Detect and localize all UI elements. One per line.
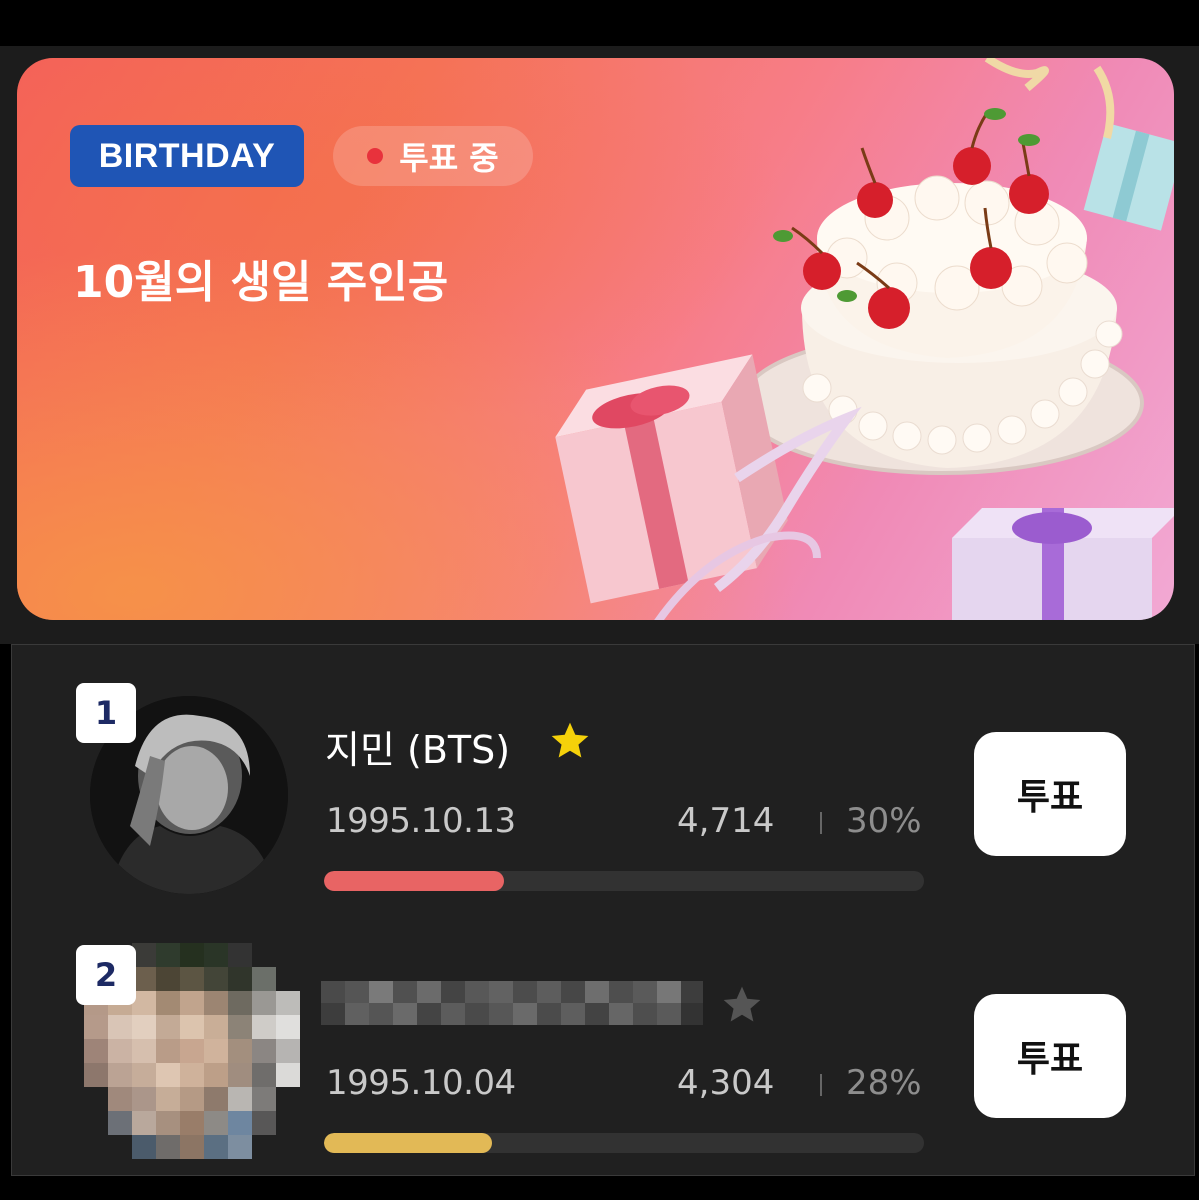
ranking-row: 2 1995.10.04 4,304 28% 투표 bbox=[12, 943, 1196, 1183]
banner-section: BIRTHDAY 투표 중 10월의 생일 주인공 bbox=[0, 46, 1199, 644]
vote-button[interactable]: 투표 bbox=[974, 732, 1126, 856]
vote-percent: 28% bbox=[846, 1063, 922, 1103]
star-icon[interactable] bbox=[720, 983, 764, 1027]
vote-button[interactable]: 투표 bbox=[974, 994, 1126, 1118]
live-dot-icon bbox=[367, 148, 384, 164]
vote-percent: 30% bbox=[846, 801, 922, 841]
vote-progress-bar bbox=[324, 1133, 924, 1153]
birthdate: 1995.10.13 bbox=[326, 801, 516, 841]
cake-gift-illustration bbox=[555, 58, 1174, 620]
divider bbox=[820, 812, 822, 834]
rank-badge: 1 bbox=[76, 683, 136, 743]
candidate-name: 지민 (BTS) bbox=[325, 728, 511, 772]
birthday-banner[interactable]: BIRTHDAY 투표 중 10월의 생일 주인공 bbox=[17, 58, 1174, 620]
vote-progress-fill bbox=[324, 1133, 492, 1153]
star-icon[interactable] bbox=[548, 719, 592, 763]
rank-badge: 2 bbox=[76, 945, 136, 1005]
ranking-list: 1 지민 (BTS) 1995.10.13 4,714 30% 투표 2 199… bbox=[11, 644, 1195, 1176]
banner-title: 10월의 생일 주인공 bbox=[73, 257, 449, 308]
vote-progress-bar bbox=[324, 871, 924, 891]
ranking-row: 1 지민 (BTS) 1995.10.13 4,714 30% 투표 bbox=[12, 681, 1196, 921]
birthdate: 1995.10.04 bbox=[326, 1063, 516, 1103]
voting-status-badge: 투표 중 bbox=[333, 126, 533, 186]
bottom-bar bbox=[0, 1176, 1199, 1200]
birthday-badge: BIRTHDAY bbox=[70, 125, 304, 187]
vote-progress-fill bbox=[324, 871, 504, 891]
divider bbox=[820, 1074, 822, 1096]
voting-status-label: 투표 중 bbox=[399, 139, 499, 177]
top-bar bbox=[0, 0, 1199, 46]
candidate-name-redacted bbox=[321, 981, 703, 1025]
